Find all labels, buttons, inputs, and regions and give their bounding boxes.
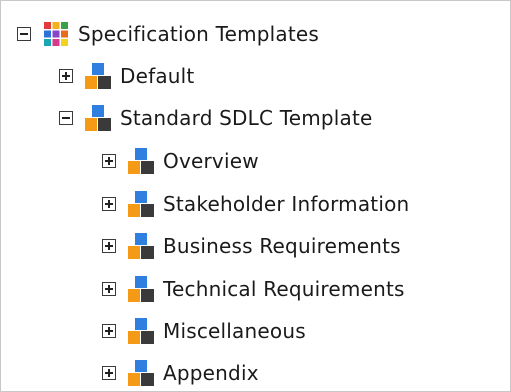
tree-node-label: Overview [163, 149, 259, 173]
tree-node-label: Specification Templates [78, 22, 320, 46]
tree-node-root[interactable]: Specification Templates [17, 15, 319, 53]
section-blocks-icon [128, 148, 154, 174]
expand-toggle-icon[interactable] [102, 282, 116, 296]
template-blocks-icon [85, 105, 111, 131]
tree-node-miscellaneous[interactable]: Miscellaneous [102, 312, 306, 350]
collapse-toggle-icon[interactable] [59, 111, 73, 125]
section-blocks-icon [128, 360, 154, 386]
tree-node-appendix[interactable]: Appendix [102, 354, 259, 392]
tree-node-default[interactable]: Default [59, 57, 194, 95]
tree-node-label: Stakeholder Information [163, 192, 410, 216]
color-grid-icon [44, 22, 68, 46]
section-blocks-icon [128, 276, 154, 302]
tree-node-label: Business Requirements [163, 234, 401, 258]
tree-node-stakeholder-information[interactable]: Stakeholder Information [102, 185, 409, 223]
template-blocks-icon [85, 63, 111, 89]
expand-toggle-icon[interactable] [102, 324, 116, 338]
tree-node-label: Technical Requirements [163, 277, 405, 301]
tree-node-label: Miscellaneous [163, 319, 306, 343]
section-blocks-icon [128, 318, 154, 344]
tree-node-technical-requirements[interactable]: Technical Requirements [102, 270, 405, 308]
collapse-toggle-icon[interactable] [17, 27, 31, 41]
tree-node-business-requirements[interactable]: Business Requirements [102, 227, 401, 265]
expand-toggle-icon[interactable] [102, 239, 116, 253]
expand-toggle-icon[interactable] [102, 366, 116, 380]
tree-node-label: Appendix [163, 361, 259, 385]
tree-node-label: Default [120, 64, 195, 88]
expand-toggle-icon[interactable] [102, 154, 116, 168]
tree-node-label: Standard SDLC Template [120, 106, 373, 130]
expand-toggle-icon[interactable] [59, 69, 73, 83]
section-blocks-icon [128, 191, 154, 217]
tree-node-standard-sdlc-template[interactable]: Standard SDLC Template [59, 99, 373, 137]
section-blocks-icon [128, 233, 154, 259]
tree-view: Specification Templates Default Standard… [0, 0, 511, 392]
tree-node-overview[interactable]: Overview [102, 142, 259, 180]
expand-toggle-icon[interactable] [102, 197, 116, 211]
